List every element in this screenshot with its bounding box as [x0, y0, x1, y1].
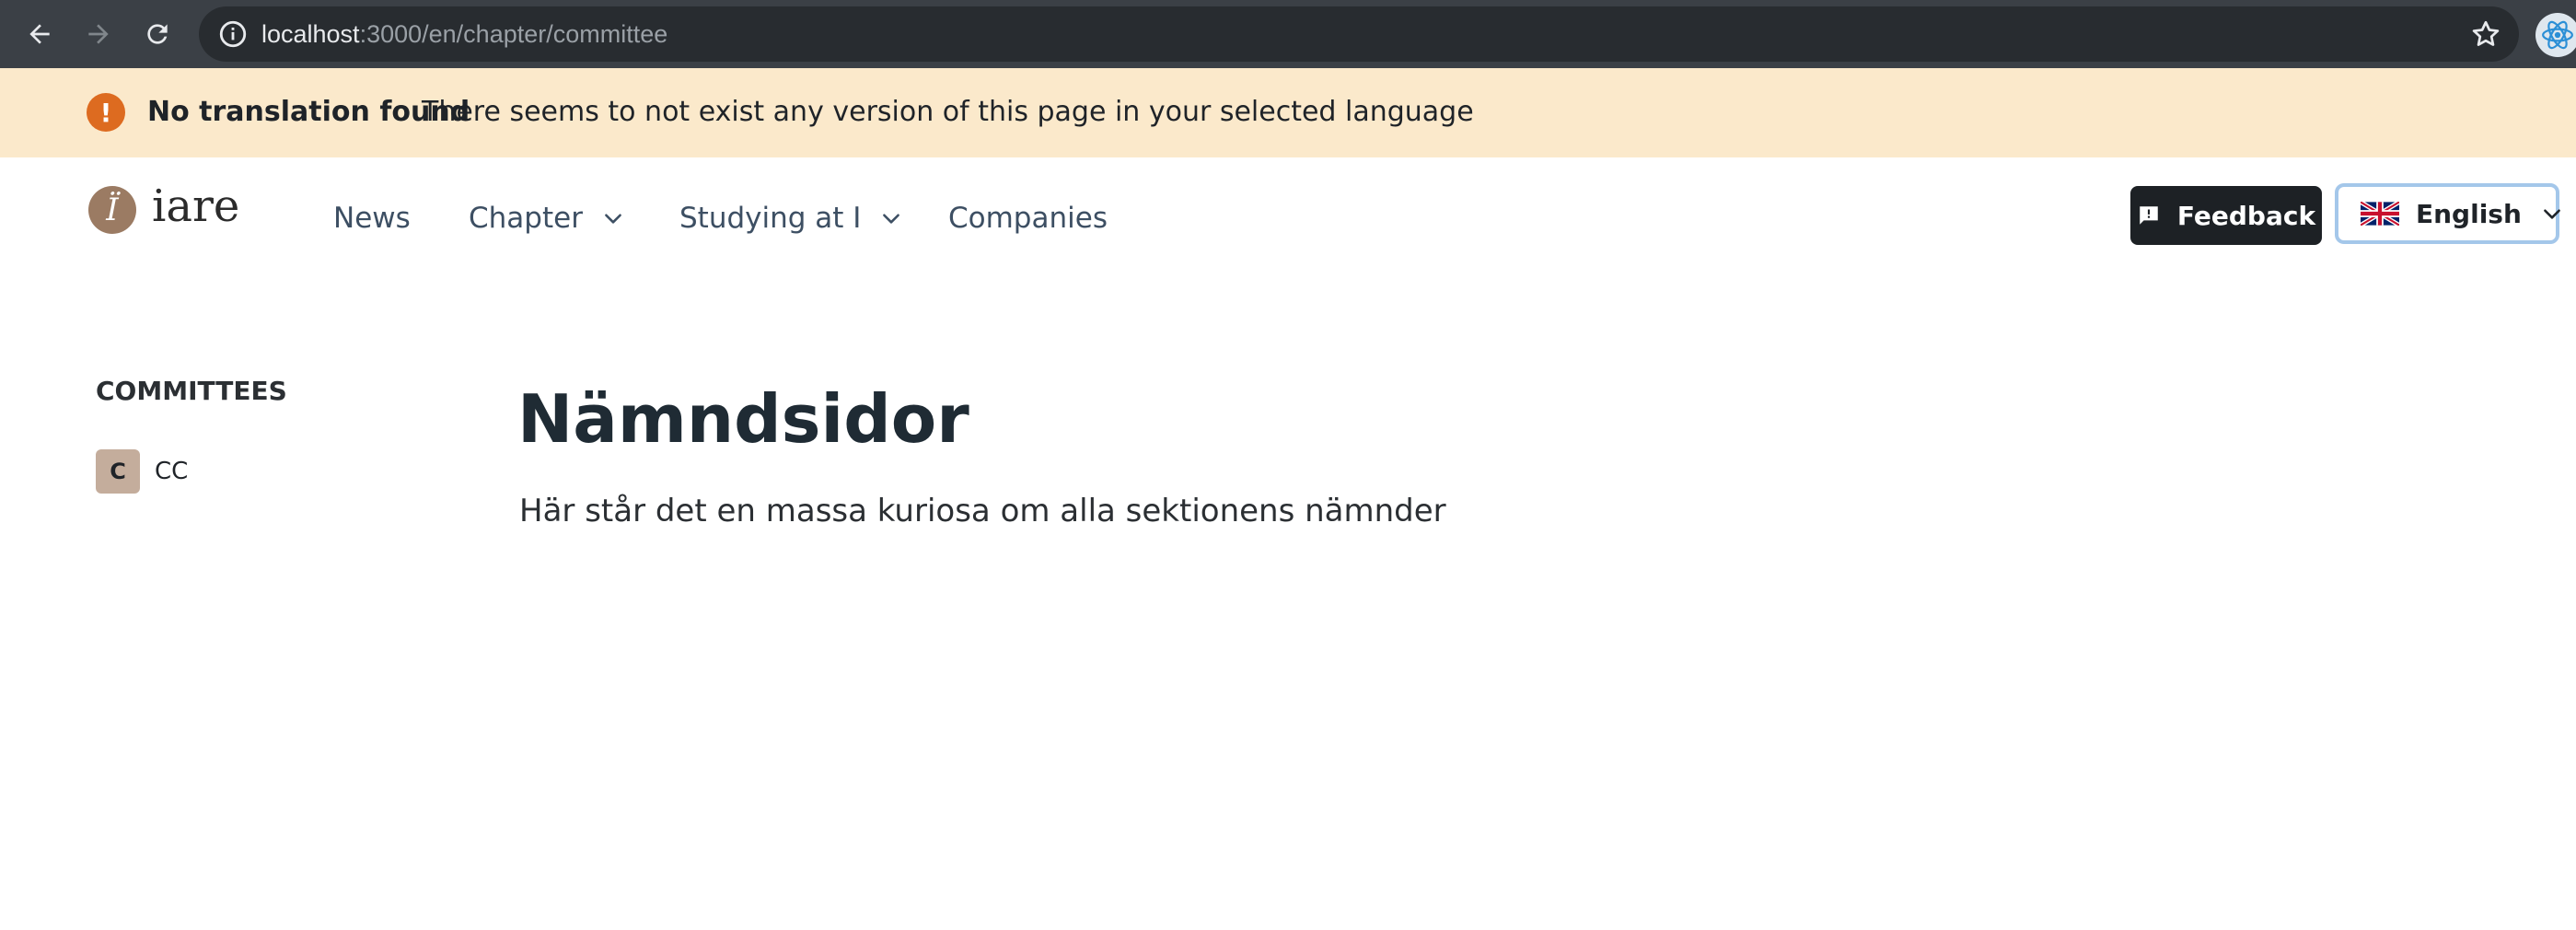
back-arrow-icon	[29, 24, 50, 44]
feedback-label: Feedback	[2176, 200, 2316, 231]
site-info-icon[interactable]	[217, 18, 249, 50]
chevron-down-icon	[879, 206, 903, 230]
logo-text[interactable]: iare	[152, 180, 239, 232]
reload-button[interactable]	[136, 13, 179, 55]
sidebar-item-cc[interactable]: C CC	[96, 449, 188, 494]
nav-companies-label: Companies	[948, 202, 1108, 235]
star-icon[interactable]	[2469, 17, 2502, 51]
url-host: localhost	[261, 20, 360, 48]
sidebar-item-label: CC	[155, 458, 189, 485]
avatar: C	[96, 449, 140, 494]
address-bar[interactable]: localhost:3000/en/chapter/committee	[199, 6, 2519, 62]
browser-toolbar: localhost:3000/en/chapter/committee	[0, 0, 2576, 68]
alert-description: There seems to not exist any version of …	[422, 96, 1474, 128]
atom-icon	[2542, 20, 2573, 50]
nav-companies[interactable]: Companies	[948, 201, 1108, 236]
forward-arrow-icon	[88, 24, 109, 44]
feedback-button[interactable]: Feedback	[2130, 186, 2322, 245]
chevron-down-icon	[2540, 202, 2564, 226]
uk-flag-icon	[2361, 202, 2399, 226]
nav-news[interactable]: News	[333, 201, 411, 236]
warning-icon: !	[87, 93, 125, 132]
page-description: Här står det en massa kuriosa om alla se…	[519, 493, 1446, 529]
nav-news-label: News	[333, 202, 411, 235]
logo-icon[interactable]: Ϊ	[88, 186, 136, 234]
feedback-icon	[2137, 203, 2161, 227]
no-translation-alert: ! No translation found There seems to no…	[0, 68, 2576, 157]
forward-button[interactable]	[77, 13, 120, 55]
url-path: :3000/en/chapter/committee	[359, 20, 668, 48]
url-text[interactable]: localhost:3000/en/chapter/committee	[261, 19, 667, 49]
chevron-down-icon	[601, 206, 625, 230]
language-select[interactable]: English	[2335, 183, 2560, 244]
page-title: Nämndsidor	[517, 380, 969, 458]
reload-icon	[147, 24, 168, 44]
nav-chapter-menu[interactable]: Chapter	[469, 201, 625, 236]
language-label: English	[2416, 198, 2522, 229]
nav-studying-menu[interactable]: Studying at I	[679, 201, 903, 236]
react-devtools-icon[interactable]	[2535, 13, 2576, 57]
sidebar-heading: COMMITTEES	[96, 376, 287, 406]
nav-studying-label: Studying at I	[679, 202, 862, 235]
back-button[interactable]	[18, 13, 61, 55]
nav-chapter-label: Chapter	[469, 202, 583, 235]
